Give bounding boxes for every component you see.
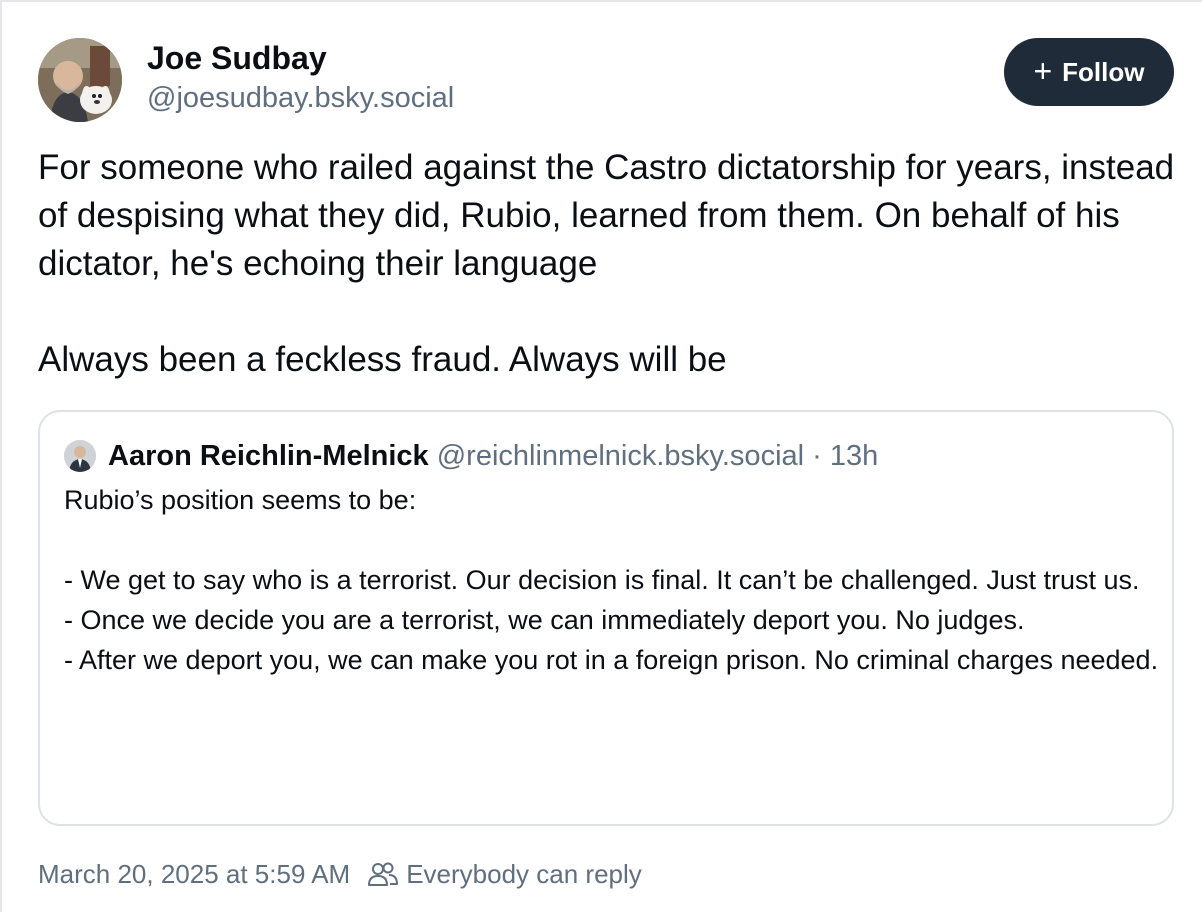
author-handle[interactable]: @joesudbay.bsky.social: [147, 82, 454, 115]
quoted-post-line: - Once we decide you are a terrorist, we…: [64, 605, 1025, 635]
author-avatar[interactable]: [38, 38, 122, 122]
people-icon: [368, 861, 399, 887]
reply-setting[interactable]: Everybody can reply: [406, 859, 642, 890]
avatar-photo-icon: [38, 38, 122, 122]
post-text: For someone who railed against the Castr…: [38, 144, 1188, 384]
quoted-author-avatar[interactable]: [64, 440, 96, 472]
separator-dot: ·: [812, 440, 822, 472]
quoted-post-line: Rubio’s position seems to be:: [64, 485, 417, 515]
post-footer: March 20, 2025 at 5:59 AM Everybody can …: [38, 854, 642, 894]
post-paragraph: Always been a feckless fraud. Always wil…: [38, 340, 727, 379]
quoted-post-line: - After we deport you, we can make you r…: [64, 645, 1159, 675]
post-card: Joe Sudbay @joesudbay.bsky.social + Foll…: [0, 0, 1202, 912]
follow-button-label: Follow: [1062, 56, 1145, 87]
quoted-post-body: Rubio’s position seems to be: - We get t…: [64, 480, 1159, 680]
quoted-author-handle[interactable]: @reichlinmelnick.bsky.social: [437, 440, 804, 472]
plus-icon: +: [1033, 52, 1053, 89]
quoted-post-line: - We get to say who is a terrorist. Our …: [64, 565, 1140, 595]
quoted-post-header: Aaron Reichlin-Melnick @reichlinmelnick.…: [108, 436, 878, 476]
quoted-author-name[interactable]: Aaron Reichlin-Melnick: [108, 440, 429, 472]
post-paragraph: For someone who railed against the Castr…: [38, 148, 1175, 283]
author-name[interactable]: Joe Sudbay: [147, 40, 327, 77]
post-timestamp[interactable]: March 20, 2025 at 5:59 AM: [38, 859, 350, 890]
avatar-photo-icon: [64, 440, 96, 472]
follow-button[interactable]: + Follow: [1004, 38, 1174, 106]
quoted-post-time[interactable]: 13h: [830, 440, 878, 472]
